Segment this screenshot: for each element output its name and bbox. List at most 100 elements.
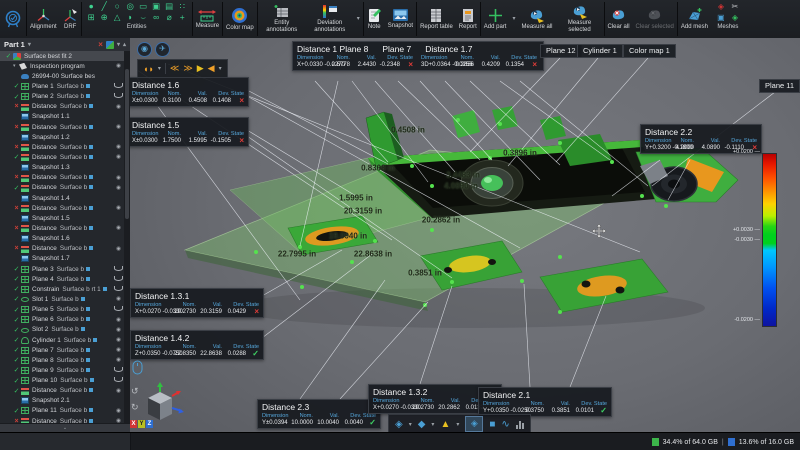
visibility-eye-icon[interactable]: ◉ — [113, 154, 124, 160]
visibility-eye-icon[interactable]: ◉ — [113, 104, 124, 110]
mesh-box-icon[interactable]: ▣ — [714, 12, 728, 23]
step-back-icon[interactable]: ≪ — [170, 63, 179, 74]
merged-measurement-annotation[interactable]: Distance 1 Plane 8 Plane 7 Distance 1.7 Dim… — [292, 41, 544, 71]
pattern-entity-icon[interactable]: ∷ — [176, 1, 189, 12]
curve-toggle-icon[interactable] — [113, 285, 124, 293]
tree-filter-dropdown-icon[interactable]: ▾ — [117, 41, 120, 48]
feature-tag[interactable]: Cylinder 1 — [577, 44, 623, 58]
tree-row[interactable]: ✓ Distance Surface b ◉ — [0, 386, 124, 396]
add-part-button[interactable]: Add part — [481, 0, 510, 38]
note-button[interactable]: Note — [364, 0, 385, 38]
tree-row[interactable]: ✓ Plane 5 Surface b — [0, 305, 124, 315]
visibility-eye-icon[interactable]: ◉ — [113, 337, 124, 343]
tree-fail-filter-icon[interactable]: × — [98, 40, 103, 49]
alignment-button[interactable]: Alignment — [27, 0, 60, 38]
measure-all-button[interactable]: Measure all — [519, 0, 556, 38]
clear-selected-button[interactable]: Clear selected — [633, 0, 677, 38]
tree-row[interactable]: ✓ Surface best fit 2 — [0, 51, 124, 62]
tree-row[interactable]: ✓ Distance Surface b ◉ — [0, 152, 124, 162]
visibility-eye-icon[interactable]: ◉ — [113, 317, 124, 323]
visibility-eye-icon[interactable]: ◉ — [113, 357, 124, 363]
visibility-eye-icon[interactable]: ◉ — [113, 246, 124, 252]
tree-row[interactable]: Snapshot 1.7 — [0, 254, 124, 264]
tree-scrollbar-thumb[interactable] — [125, 69, 129, 219]
tree-row[interactable]: × Distance Surface b ◉ — [0, 102, 124, 112]
tree-collapse-icon[interactable]: ▾ — [123, 41, 126, 48]
visibility-eye-icon[interactable]: ◉ — [113, 144, 124, 150]
color-map-button[interactable]: Color map — [223, 0, 257, 38]
patch-entity-icon[interactable]: ◗ — [124, 12, 137, 23]
tree-row[interactable]: Snapshot 1.3 — [0, 163, 124, 173]
measurement-annotation[interactable]: Distance 2.3 Dimension Nom. Val. Dev. State Y… — [257, 399, 381, 429]
measure-button[interactable]: Measure — [193, 0, 222, 38]
tree-row[interactable]: 26994-00 Surface bes — [0, 71, 124, 81]
tree-row[interactable]: ✓ Plane 1 Surface b — [0, 81, 124, 91]
tree-row[interactable]: ✓ Plane 11 Surface b ◉ — [0, 406, 124, 416]
visibility-eye-icon[interactable]: ◉ — [113, 63, 124, 69]
sphere-entity-icon[interactable]: ⊕ — [98, 12, 111, 23]
visibility-eye-icon[interactable]: ◉ — [113, 225, 124, 231]
visibility-eye-icon[interactable]: ◉ — [113, 388, 124, 394]
ellipse-entity-icon[interactable]: ◎ — [124, 1, 137, 12]
curve-toggle-icon[interactable] — [113, 265, 124, 273]
tree-row[interactable]: × Distance Surface b ◉ — [0, 244, 124, 254]
part-dropdown-icon[interactable]: ▾ — [28, 41, 31, 48]
deviation-annotations-dropdown[interactable]: ▾ — [354, 0, 363, 38]
measurement-annotation[interactable]: Distance 2.1 Dimension Nom. Val. Dev. State Y… — [478, 387, 612, 417]
measure-selected-button[interactable]: Measure selected — [556, 0, 604, 38]
drf-button[interactable]: DRF — [60, 0, 81, 38]
visibility-eye-icon[interactable]: ◉ — [113, 408, 124, 414]
probe-device-icon[interactable]: ✈ — [155, 42, 170, 57]
box-entity-icon[interactable]: ▣ — [150, 1, 163, 12]
tree-row[interactable]: × Distance Surface b ◉ — [0, 203, 124, 213]
expand-icon[interactable]: ▾ — [13, 63, 19, 69]
mesh-flag-icon[interactable]: ◈ — [714, 1, 728, 12]
visibility-eye-icon[interactable]: ◉ — [113, 296, 124, 302]
tree-row[interactable]: Snapshot 1.1 — [0, 112, 124, 122]
tree-row[interactable]: ▾ Inspection program ◉ — [0, 61, 124, 71]
add-part-dropdown[interactable]: ▾ — [509, 0, 518, 38]
curve-toggle-icon[interactable] — [113, 82, 124, 90]
probe-path-icon[interactable]: ∿ — [501, 419, 509, 430]
tree-row[interactable]: ✓ Plane 9 Surface b — [0, 365, 124, 375]
feature-tag[interactable]: Color map 1 — [623, 44, 676, 58]
curve-toggle-icon[interactable] — [113, 377, 124, 384]
chevron-down-icon[interactable]: ▾ — [456, 421, 459, 428]
mesh-scissors-icon[interactable]: ✂ — [728, 1, 742, 12]
chevron-down-icon[interactable]: ▾ — [219, 65, 222, 72]
tree-row[interactable]: × Distance Surface b ◉ — [0, 142, 124, 152]
chevron-down-icon[interactable]: ▾ — [431, 421, 434, 428]
tree-colormap-icon[interactable] — [105, 40, 114, 49]
histogram-icon[interactable] — [515, 420, 524, 429]
tree-row[interactable]: ✓ Plane 4 Surface b — [0, 274, 124, 284]
tree-row[interactable]: Snapshot 2.1 — [0, 396, 124, 406]
add-mesh-button[interactable]: Add mesh — [678, 0, 711, 38]
circle-entity-icon[interactable]: ○ — [111, 1, 124, 12]
visibility-eye-icon[interactable]: ◉ — [113, 175, 124, 181]
tree-row[interactable]: ✓ Cylinder 1 Surface b ◉ — [0, 335, 124, 345]
rectangle-entity-icon[interactable]: ▭ — [137, 1, 150, 12]
axis-entity-icon[interactable]: + — [176, 12, 189, 23]
curve-toggle-icon[interactable] — [113, 93, 124, 100]
tree-row[interactable]: ✓ Plane 2 Surface b — [0, 92, 124, 102]
play-icon[interactable]: ▶ — [197, 63, 204, 74]
measurement-annotation[interactable]: Distance 1.4.2 Dimension Nom. Val. Dev. Stat… — [130, 330, 264, 360]
tree-footer-handle[interactable]: ⌄ — [0, 423, 130, 432]
gem-display-icon[interactable]: ◆ — [418, 419, 426, 430]
tree-row[interactable]: ✓ Plane 3 Surface b — [0, 264, 124, 274]
tree-row[interactable]: Snapshot 1.6 — [0, 234, 124, 244]
line-entity-icon[interactable]: ╱ — [98, 1, 111, 12]
cone-entity-icon[interactable]: △ — [111, 12, 124, 23]
curve-toggle-icon[interactable] — [113, 275, 124, 283]
tree-row[interactable]: ✓ Slot 1 Surface b ◉ — [0, 294, 124, 304]
tree-row[interactable]: × Distance Surface b ◉ — [0, 223, 124, 233]
tree-row[interactable]: ✓ Plane 6 Surface b ◉ — [0, 315, 124, 325]
feature-tag[interactable]: Plane 11 — [759, 79, 800, 93]
mesh-edit-icon[interactable]: ◈ — [728, 12, 742, 23]
visibility-eye-icon[interactable]: ◉ — [113, 205, 124, 211]
measurement-annotation[interactable]: Distance 1.6 Dimension Nom. Val. Dev. State X… — [130, 77, 249, 107]
selected-tool-tile[interactable]: ◈ — [465, 416, 484, 432]
arc-entity-icon[interactable]: ⌣ — [137, 12, 150, 23]
part-title[interactable]: Part 1 — [4, 40, 25, 49]
entity-annotations-button[interactable]: Entity annotations — [258, 0, 306, 38]
